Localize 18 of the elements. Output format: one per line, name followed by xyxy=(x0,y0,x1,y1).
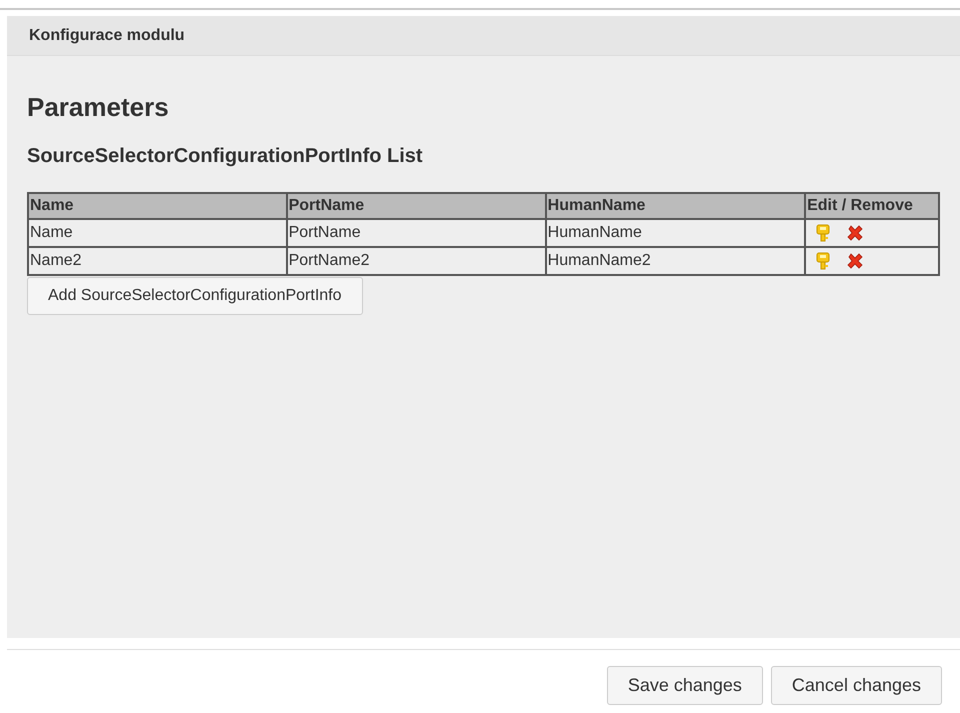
table-cell: HumanName2 xyxy=(546,247,806,275)
table-cell: PortName2 xyxy=(286,247,546,275)
cancel-button[interactable]: Cancel changes xyxy=(770,666,942,705)
column-header: Name xyxy=(28,193,287,219)
panel-title: Konfigurace modulu xyxy=(29,26,185,46)
add-button[interactable]: Add SourceSelectorConfigurationPortInfo xyxy=(27,277,363,315)
table-cell: Name xyxy=(28,219,287,247)
delete-icon[interactable] xyxy=(846,252,864,270)
column-header: Edit / Remove xyxy=(805,193,939,219)
column-header: HumanName xyxy=(546,193,806,219)
page-heading: Parameters xyxy=(27,92,170,122)
delete-icon[interactable] xyxy=(846,224,864,242)
table-cell: PortName xyxy=(286,219,546,247)
table-cell: HumanName xyxy=(546,219,806,247)
column-header: PortName xyxy=(286,193,546,219)
save-button[interactable]: Save changes xyxy=(606,666,763,705)
table-cell: Name2 xyxy=(28,247,287,275)
list-title: SourceSelectorConfigurationPortInfo List xyxy=(27,144,424,168)
